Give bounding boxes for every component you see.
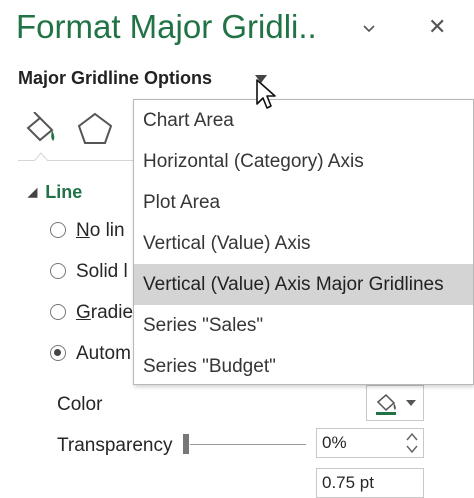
transparency-label: Transparency <box>57 435 173 456</box>
color-picker-button[interactable] <box>366 385 424 421</box>
dropdown-item-selected[interactable]: Vertical (Value) Axis Major Gridlines <box>134 264 473 305</box>
dropdown-item[interactable]: Plot Area <box>134 182 473 223</box>
access-key-char: N <box>76 220 90 241</box>
pane-title: Format Major Gridli.. <box>16 8 317 45</box>
radio-label: No lin <box>76 220 125 241</box>
access-key-char: G <box>76 302 91 323</box>
paint-bucket-icon[interactable] <box>20 112 60 148</box>
transparency-value: 0% <box>322 433 347 452</box>
close-pane-button[interactable]: ✕ <box>428 17 446 39</box>
dropdown-item[interactable]: Chart Area <box>134 100 473 141</box>
radio-button[interactable] <box>50 304 66 320</box>
line-section-header[interactable]: ◢ Line <box>28 182 82 203</box>
radio-button[interactable] <box>50 222 66 238</box>
options-selector[interactable]: Major Gridline Options <box>18 68 212 89</box>
dropdown-item[interactable]: Series "Sales" <box>134 305 473 346</box>
line-section-label: Line <box>45 182 83 202</box>
dropdown-item[interactable]: Series "Budget" <box>134 346 473 387</box>
tab-selected-notch <box>34 152 48 162</box>
width-value: 0.75 pt <box>322 473 374 492</box>
radio-no-line[interactable]: No lin <box>50 220 125 242</box>
radio-button[interactable] <box>50 263 66 279</box>
transparency-input[interactable]: 0% <box>316 428 424 458</box>
paint-bucket-icon <box>376 393 396 415</box>
radio-button-checked[interactable] <box>50 345 66 361</box>
transparency-slider-thumb[interactable] <box>183 434 189 454</box>
chevron-down-icon <box>406 400 416 406</box>
dropdown-item[interactable]: Vertical (Value) Axis <box>134 223 473 264</box>
radio-automatic[interactable]: Autom <box>50 343 131 365</box>
pane-menu-chevron-icon[interactable] <box>362 22 376 36</box>
mouse-cursor-icon <box>256 79 276 109</box>
chart-elements-dropdown: Chart Area Horizontal (Category) Axis Pl… <box>133 99 474 385</box>
transparency-slider-track[interactable] <box>190 444 306 445</box>
radio-solid-line[interactable]: Solid l <box>50 261 128 283</box>
collapse-triangle-icon: ◢ <box>28 185 38 199</box>
radio-label: Solid l <box>76 261 128 282</box>
radio-label: Gradie <box>76 302 134 323</box>
color-label: Color <box>57 394 103 415</box>
radio-gradient-line[interactable]: Gradie <box>50 302 133 324</box>
width-input[interactable]: 0.75 pt <box>316 468 424 498</box>
dropdown-item[interactable]: Horizontal (Category) Axis <box>134 141 473 182</box>
radio-label: Autom <box>76 343 131 364</box>
spin-arrows-icon[interactable] <box>405 431 419 455</box>
pentagon-icon[interactable] <box>75 110 115 146</box>
